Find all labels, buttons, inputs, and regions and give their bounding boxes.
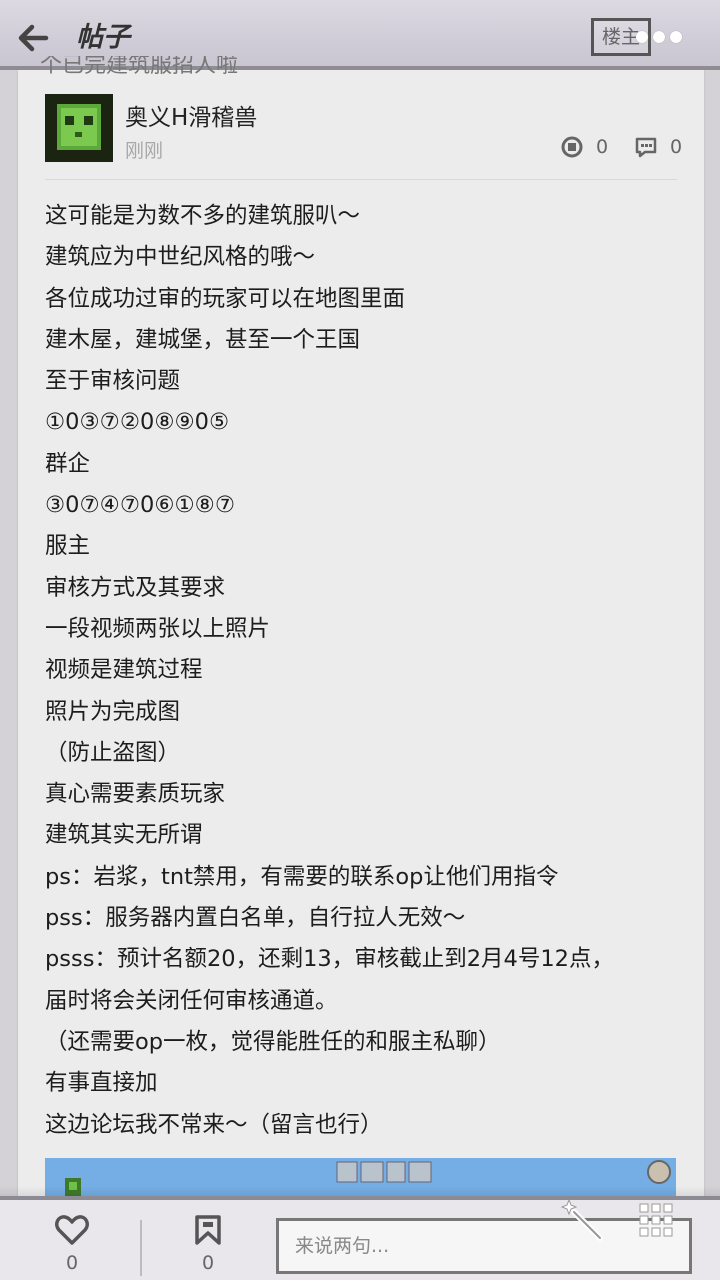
- bar-separator: [140, 1220, 142, 1276]
- post-card: 奥义H滑稽兽 刚刚 0 0 这可能是为数不多的建筑服叭～ 建筑应为中世纪风格的哦…: [18, 70, 704, 1210]
- post-line: 届时将会关闭任何审核通道。: [45, 987, 338, 1014]
- like-stat[interactable]: 0: [560, 134, 620, 160]
- post-line: ps：岩浆，tnt禁用，有需要的联系op让他们用指令: [45, 863, 559, 890]
- back-arrow-icon: [18, 24, 49, 52]
- post-line: 照片为完成图: [45, 698, 181, 725]
- magic-wand-icon: [560, 1198, 603, 1241]
- like-count: 0: [65, 1252, 79, 1274]
- post-line: 有事直接加: [45, 1070, 158, 1097]
- post-line: 建木屋，建城堡，甚至一个王国: [45, 326, 361, 353]
- comment-stat[interactable]: 0: [634, 134, 694, 160]
- more-button[interactable]: [636, 28, 708, 48]
- divider: [45, 179, 677, 180]
- post-line: 建筑应为中世纪风格的哦～: [45, 244, 316, 271]
- post-line: 这可能是为数不多的建筑服叭～: [45, 203, 361, 229]
- post-body: 这可能是为数不多的建筑服叭～ 建筑应为中世纪风格的哦～ 各位成功过审的玩家可以在…: [45, 196, 685, 1146]
- scrolled-title-remnant: 个已完建筑服招人啦: [40, 56, 239, 76]
- post-line: 建筑其实无所谓: [45, 822, 203, 849]
- comment-stat-count: 0: [670, 136, 683, 158]
- back-button[interactable]: [14, 18, 54, 58]
- post-line: ③0⑦④⑦0⑥①⑧⑦: [45, 492, 235, 519]
- bookmark-icon: [195, 1215, 221, 1245]
- post-line: pss：服务器内置白名单，自行拉人无效～: [45, 905, 466, 932]
- post-line: 各位成功过审的玩家可以在地图里面: [45, 285, 406, 312]
- like-stat-count: 0: [596, 136, 609, 158]
- post-line: 视频是建筑过程: [45, 657, 203, 684]
- favorite-button[interactable]: 0: [176, 1214, 240, 1276]
- post-line: 真心需要素质玩家: [45, 781, 226, 808]
- author-name[interactable]: 奥义H滑稽兽: [125, 98, 257, 132]
- favorite-count: 0: [201, 1252, 215, 1274]
- heart-icon: [55, 1215, 89, 1245]
- post-line: ①0③⑦②0⑧⑨0⑤: [45, 409, 230, 436]
- post-line: 这边论坛我不常来～（留言也行）: [45, 1111, 383, 1138]
- like-button[interactable]: 0: [40, 1214, 104, 1276]
- top-bar: 帖子 个已完建筑服招人啦 楼主: [0, 0, 720, 76]
- post-line: 服主: [45, 533, 91, 560]
- slime-avatar-image: [45, 94, 113, 162]
- comment-input[interactable]: [276, 1218, 692, 1274]
- post-time: 刚刚: [125, 140, 164, 162]
- avatar[interactable]: [45, 94, 113, 162]
- post-line: 审核方式及其要求: [45, 574, 226, 601]
- post-line: psss：预计名额20，还剩13，审核截止到2月4号12点，: [45, 946, 614, 973]
- like-target-icon: [561, 136, 583, 158]
- grid-menu-button[interactable]: [638, 1200, 674, 1240]
- post-line: （防止盗图）: [45, 739, 181, 766]
- post-line: （还需要op一枚，觉得能胜任的和服主私聊）: [45, 1028, 501, 1055]
- more-dots-icon: [636, 31, 648, 43]
- post-line: 群企: [45, 450, 91, 477]
- post-line: 一段视频两张以上照片: [45, 615, 271, 642]
- comment-bubble-icon: [635, 137, 657, 158]
- post-line: 至于审核问题: [45, 368, 181, 395]
- magic-wand-button[interactable]: [560, 1196, 610, 1246]
- bottom-bar: 0 0: [0, 1186, 720, 1280]
- grid-icon: [639, 1203, 673, 1237]
- page-title: 帖子: [76, 22, 130, 53]
